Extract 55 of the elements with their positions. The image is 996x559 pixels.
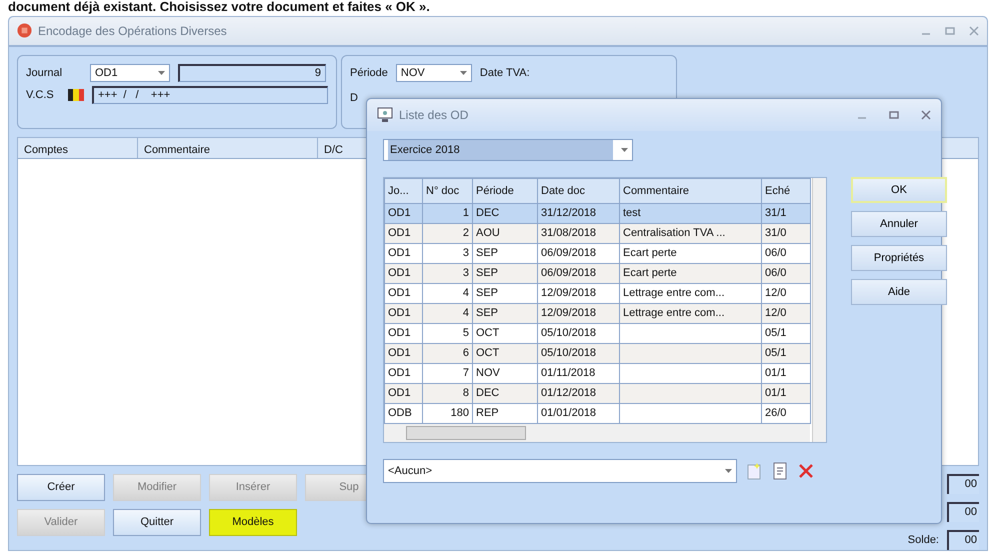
dialog-button[interactable]: Annuler: [851, 211, 947, 237]
caption-text: document déjà existant. Choisissez votre document et faites « OK ».: [7, 0, 431, 14]
close-icon[interactable]: [921, 110, 931, 120]
journal-dropdown[interactable]: OD1: [90, 64, 170, 82]
column-header[interactable]: Commentaire: [620, 178, 762, 204]
field-label: Solde:: [908, 532, 939, 548]
caret-icon: [460, 70, 467, 75]
field-label: V.C.S: [26, 88, 55, 103]
delete-icon[interactable]: [797, 462, 815, 480]
amount-field: 00: [947, 530, 979, 550]
column-header[interactable]: Période: [472, 178, 538, 204]
caret-icon: [158, 70, 165, 75]
action-button[interactable]: Quitter: [113, 509, 201, 536]
period-dropdown[interactable]: NOV: [396, 64, 472, 82]
amount-field: 00: [947, 474, 979, 494]
column-header[interactable]: Comptes: [18, 138, 138, 158]
number-field[interactable]: 9: [178, 64, 326, 82]
action-button[interactable]: Modèles: [209, 509, 297, 536]
table-row[interactable]: OD1 4 SEP 12/09/2018 Lettrage entre com... 12/0: [384, 304, 810, 324]
window-title: Encodage des Opérations Diverses: [38, 22, 227, 40]
column-header[interactable]: Commentaire: [138, 138, 318, 158]
caret-icon: [725, 469, 732, 473]
new-document-icon[interactable]: [745, 462, 763, 480]
field-label: Période: [350, 66, 388, 81]
exercise-dropdown[interactable]: Exercice 2018: [383, 139, 633, 161]
close-icon[interactable]: [969, 26, 979, 36]
maximize-icon[interactable]: [945, 26, 955, 36]
filter-dropdown[interactable]: <Aucun>: [383, 459, 737, 483]
dialog-button[interactable]: Aide: [851, 279, 947, 305]
table-row[interactable]: OD1 6 OCT 05/10/2018 05/1: [384, 344, 810, 364]
dialog-title: Liste des OD: [399, 107, 468, 124]
vcs-field[interactable]: +++ / / +++: [92, 86, 328, 104]
maximize-icon[interactable]: [889, 110, 899, 120]
field-label: D: [350, 92, 358, 104]
column-header[interactable]: N° doc: [422, 178, 472, 204]
table-row[interactable]: OD1 1 DEC 31/12/2018 test 31/1: [384, 204, 810, 224]
field-label: Date TVA:: [480, 66, 530, 81]
horizontal-scrollbar[interactable]: [384, 424, 810, 442]
table-row[interactable]: OD1 2 AOU 31/08/2018 Centralisation TVA ... 31/0: [384, 224, 810, 244]
vertical-scrollbar[interactable]: [812, 178, 826, 442]
column-header[interactable]: Jo...: [384, 178, 422, 204]
field-label: Journal: [26, 66, 64, 81]
table-row[interactable]: OD1 3 SEP 06/09/2018 Ecart perte 06/0: [384, 264, 810, 284]
column-header[interactable]: Date doc: [538, 178, 620, 204]
document-icon[interactable]: [771, 462, 789, 480]
dialog-button[interactable]: OK: [851, 177, 947, 203]
amount-field: 00: [947, 502, 979, 522]
flag-icon: [68, 88, 84, 101]
action-button[interactable]: Créer: [17, 474, 105, 501]
table-row[interactable]: OD1 8 DEC 01/12/2018 01/1: [384, 384, 810, 404]
dialog-button[interactable]: Propriétés: [851, 245, 947, 271]
caret-icon: [621, 148, 628, 152]
column-header[interactable]: Eché: [762, 178, 810, 204]
monitor-icon: [377, 107, 393, 123]
app-icon: [17, 23, 32, 38]
